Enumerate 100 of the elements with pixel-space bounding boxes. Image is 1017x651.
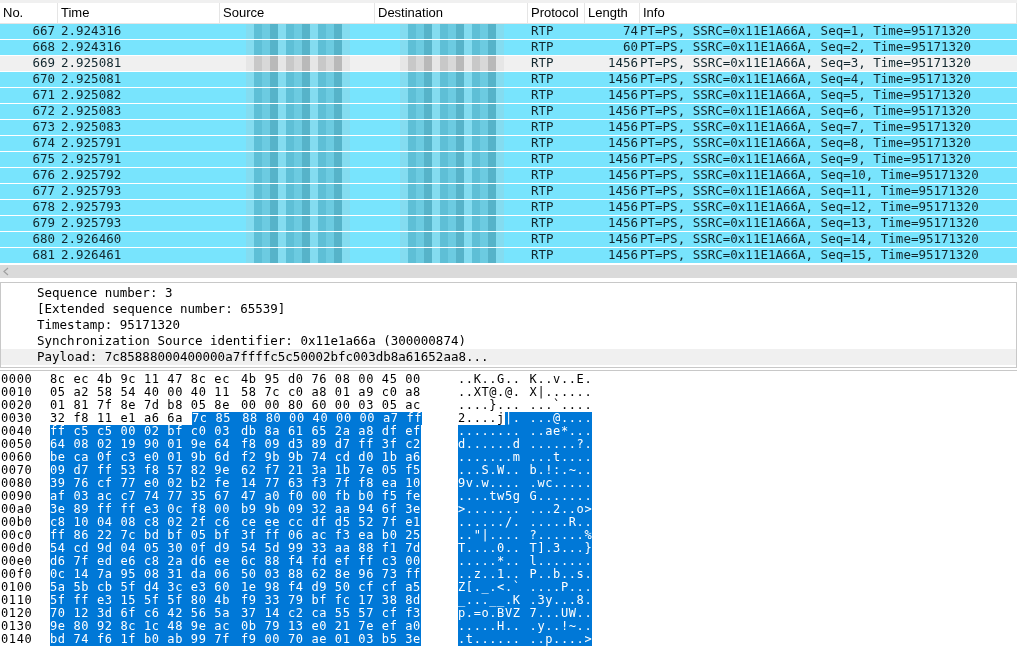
ascii-bytes: .y..!~.. <box>520 620 593 633</box>
packet-protocol: RTP <box>531 151 554 167</box>
byte-offset: 0070 <box>0 464 34 477</box>
packet-time: 2.925792 <box>61 167 122 183</box>
byte-offset: 0120 <box>0 607 34 620</box>
packet-row[interactable]: 677 2.925793 RTP 1456 PT=PS, SSRC=0x11E1A66A, Seq=11, Time=95171320 <box>0 184 1017 200</box>
packet-number: 676 <box>32 166 55 185</box>
packet-protocol: RTP <box>531 199 554 215</box>
packet-number: 675 <box>32 150 55 169</box>
packet-length: 1456 <box>607 246 638 265</box>
hex-bytes: 5a 5b cb 5f d4 3c e3 60 <box>50 581 230 594</box>
hex-bytes: 37 14 c2 ca 55 57 cf f3 <box>229 607 421 620</box>
packet-row[interactable]: 669 2.925081 RTP 1456 PT=PS, SSRC=0x11E1A66A, Seq=3, Time=95171320 <box>0 56 1017 72</box>
packet-protocol: RTP <box>531 135 554 151</box>
packet-row[interactable]: 675 2.925791 RTP 1456 PT=PS, SSRC=0x11E1A66A, Seq=9, Time=95171320 <box>0 152 1017 168</box>
byte-offset: 00e0 <box>0 555 34 568</box>
hex-bytes: f9 00 70 ae 01 03 b5 3e <box>229 633 421 646</box>
ascii-bytes: P..b..s. <box>520 568 593 581</box>
ascii-bytes: ...`.... <box>528 399 593 412</box>
column-header[interactable]: Length <box>585 3 640 23</box>
packet-protocol: RTP <box>531 103 554 119</box>
packet-protocol: RTP <box>531 71 554 87</box>
packet-number: 680 <box>32 230 55 249</box>
packet-length: 1456 <box>607 86 638 105</box>
ascii-bytes: Z[._.<.` <box>458 581 521 594</box>
packet-info: PT=PS, SSRC=0x11E1A66A, Seq=15, Time=95171320 <box>640 247 979 263</box>
packet-row[interactable]: 678 2.925793 RTP 1456 PT=PS, SSRC=0x11E1A66A, Seq=12, Time=95171320 <box>0 200 1017 216</box>
byte-offset: 0000 <box>0 373 34 386</box>
column-header[interactable]: Source <box>220 3 375 23</box>
hex-bytes: 6c 88 f4 fd ef ff c3 00 <box>229 555 421 568</box>
packet-row[interactable]: 668 2.924316 RTP 60 PT=PS, SSRC=0x11E1A66A, Seq=2, Time=95171320 <box>0 40 1017 56</box>
ascii-bytes: .t...... <box>458 633 521 646</box>
packet-row[interactable]: 680 2.926460 RTP 1456 PT=PS, SSRC=0x11E1A66A, Seq=14, Time=95171320 <box>0 232 1017 248</box>
column-header[interactable]: Protocol <box>528 3 585 23</box>
hex-bytes: 88 80 00 40 00 00 a7 ff <box>231 412 423 425</box>
byte-offset: 0080 <box>0 477 34 490</box>
byte-offset: 00b0 <box>0 516 34 529</box>
packet-length: 1456 <box>607 214 638 233</box>
hex-bytes: 58 7c c0 a8 01 a9 c0 a8 <box>239 386 421 399</box>
ascii-bytes: ..XT@.@. <box>458 386 521 399</box>
byte-offset: 0030 <box>0 412 34 425</box>
hex-bytes: 32 f8 11 e1 a6 6a <box>50 412 185 425</box>
hex-bytes: ff 86 22 7c bd bf 05 bf <box>50 529 230 542</box>
chevron-left-icon[interactable] <box>3 267 9 276</box>
ascii-bytes: .wc..... <box>520 477 593 490</box>
packet-info: PT=PS, SSRC=0x11E1A66A, Seq=9, Time=95171320 <box>640 151 972 167</box>
byte-offset: 00f0 <box>0 568 34 581</box>
byte-offset: 0090 <box>0 490 34 503</box>
packet-row[interactable]: 674 2.925791 RTP 1456 PT=PS, SSRC=0x11E1A66A, Seq=8, Time=95171320 <box>0 136 1017 152</box>
packet-number: 677 <box>32 182 55 201</box>
column-header[interactable]: Destination <box>375 3 528 23</box>
ascii-bytes: T....0.. <box>458 542 521 555</box>
packet-row[interactable]: 676 2.925792 RTP 1456 PT=PS, SSRC=0x11E1A66A, Seq=10, Time=95171320 <box>0 168 1017 184</box>
packet-length: 1456 <box>607 54 638 73</box>
hex-bytes: ce ee cc df d5 52 7f e1 <box>229 516 421 529</box>
packet-row[interactable]: 681 2.926461 RTP 1456 PT=PS, SSRC=0x11E1A66A, Seq=15, Time=95171320 <box>0 248 1017 264</box>
hex-bytes: 00 00 80 60 00 03 05 ac <box>239 399 421 412</box>
packet-protocol: RTP <box>531 119 554 135</box>
hex-bytes: 0b 79 13 e0 21 7e ef a0 <box>229 620 421 633</box>
packet-row[interactable]: 670 2.925081 RTP 1456 PT=PS, SSRC=0x11E1A66A, Seq=4, Time=95171320 <box>0 72 1017 88</box>
column-header[interactable]: Info <box>640 3 1017 23</box>
hex-bytes: 1e 98 f4 d9 50 cf cf a5 <box>229 581 421 594</box>
packet-info: PT=PS, SSRC=0x11E1A66A, Seq=8, Time=95171320 <box>640 135 972 151</box>
packet-protocol: RTP <box>531 215 554 231</box>
column-header[interactable]: Time <box>58 3 220 23</box>
packet-info: PT=PS, SSRC=0x11E1A66A, Seq=12, Time=95171320 <box>640 199 979 215</box>
ascii-bytes: .....*.. <box>458 555 521 568</box>
ascii-bytes: ..K..G.. <box>458 373 521 386</box>
packet-length: 1456 <box>607 166 638 185</box>
packet-row[interactable]: 667 2.924316 RTP 74 PT=PS, SSRC=0x11E1A66A, Seq=1, Time=95171320 <box>0 24 1017 40</box>
byte-offset: 00a0 <box>0 503 34 516</box>
horizontal-scrollbar[interactable] <box>0 265 1017 278</box>
packet-protocol: RTP <box>531 167 554 183</box>
hex-bytes: 0c 14 7a 95 08 31 da 06 <box>50 568 230 581</box>
column-header[interactable]: No. <box>0 3 58 23</box>
ascii-bytes: l....... <box>520 555 593 568</box>
packet-row[interactable]: 671 2.925082 RTP 1456 PT=PS, SSRC=0x11E1A66A, Seq=5, Time=95171320 <box>0 88 1017 104</box>
packet-protocol: RTP <box>531 231 554 247</box>
hex-bytes: af 03 ac c7 74 77 35 67 <box>50 490 230 503</box>
byte-offset: 0010 <box>0 386 34 399</box>
ascii-bytes: _...__.K <box>458 594 521 607</box>
ascii-bytes: .....H.. <box>458 620 521 633</box>
hex-bytes: c8 10 04 08 c8 02 2f c6 <box>50 516 230 529</box>
hex-bytes: 54 5d 99 33 aa 88 f1 7d <box>229 542 421 555</box>
packet-number: 679 <box>32 214 55 233</box>
byte-offset: 0060 <box>0 451 34 464</box>
packet-length: 1456 <box>607 118 638 137</box>
packet-row[interactable]: 673 2.925083 RTP 1456 PT=PS, SSRC=0x11E1A66A, Seq=7, Time=95171320 <box>0 120 1017 136</box>
ascii-bytes: p.=o.BVZ <box>458 607 521 620</box>
ascii-bytes: ?......% <box>520 529 593 542</box>
ascii-bytes: ..p....> <box>520 633 593 646</box>
packet-number: 668 <box>32 38 55 57</box>
packet-row[interactable]: 672 2.925083 RTP 1456 PT=PS, SSRC=0x11E1A66A, Seq=6, Time=95171320 <box>0 104 1017 120</box>
ascii-bytes: ........ <box>458 425 521 438</box>
ascii-bytes: .......m <box>458 451 521 464</box>
hex-bytes: 47 a0 f0 00 fb b0 f5 fe <box>229 490 421 503</box>
packet-length: 74 <box>622 22 638 41</box>
packet-number: 670 <box>32 70 55 89</box>
packet-row[interactable]: 679 2.925793 RTP 1456 PT=PS, SSRC=0x11E1A66A, Seq=13, Time=95171320 <box>0 216 1017 232</box>
packet-number: 669 <box>32 54 55 73</box>
